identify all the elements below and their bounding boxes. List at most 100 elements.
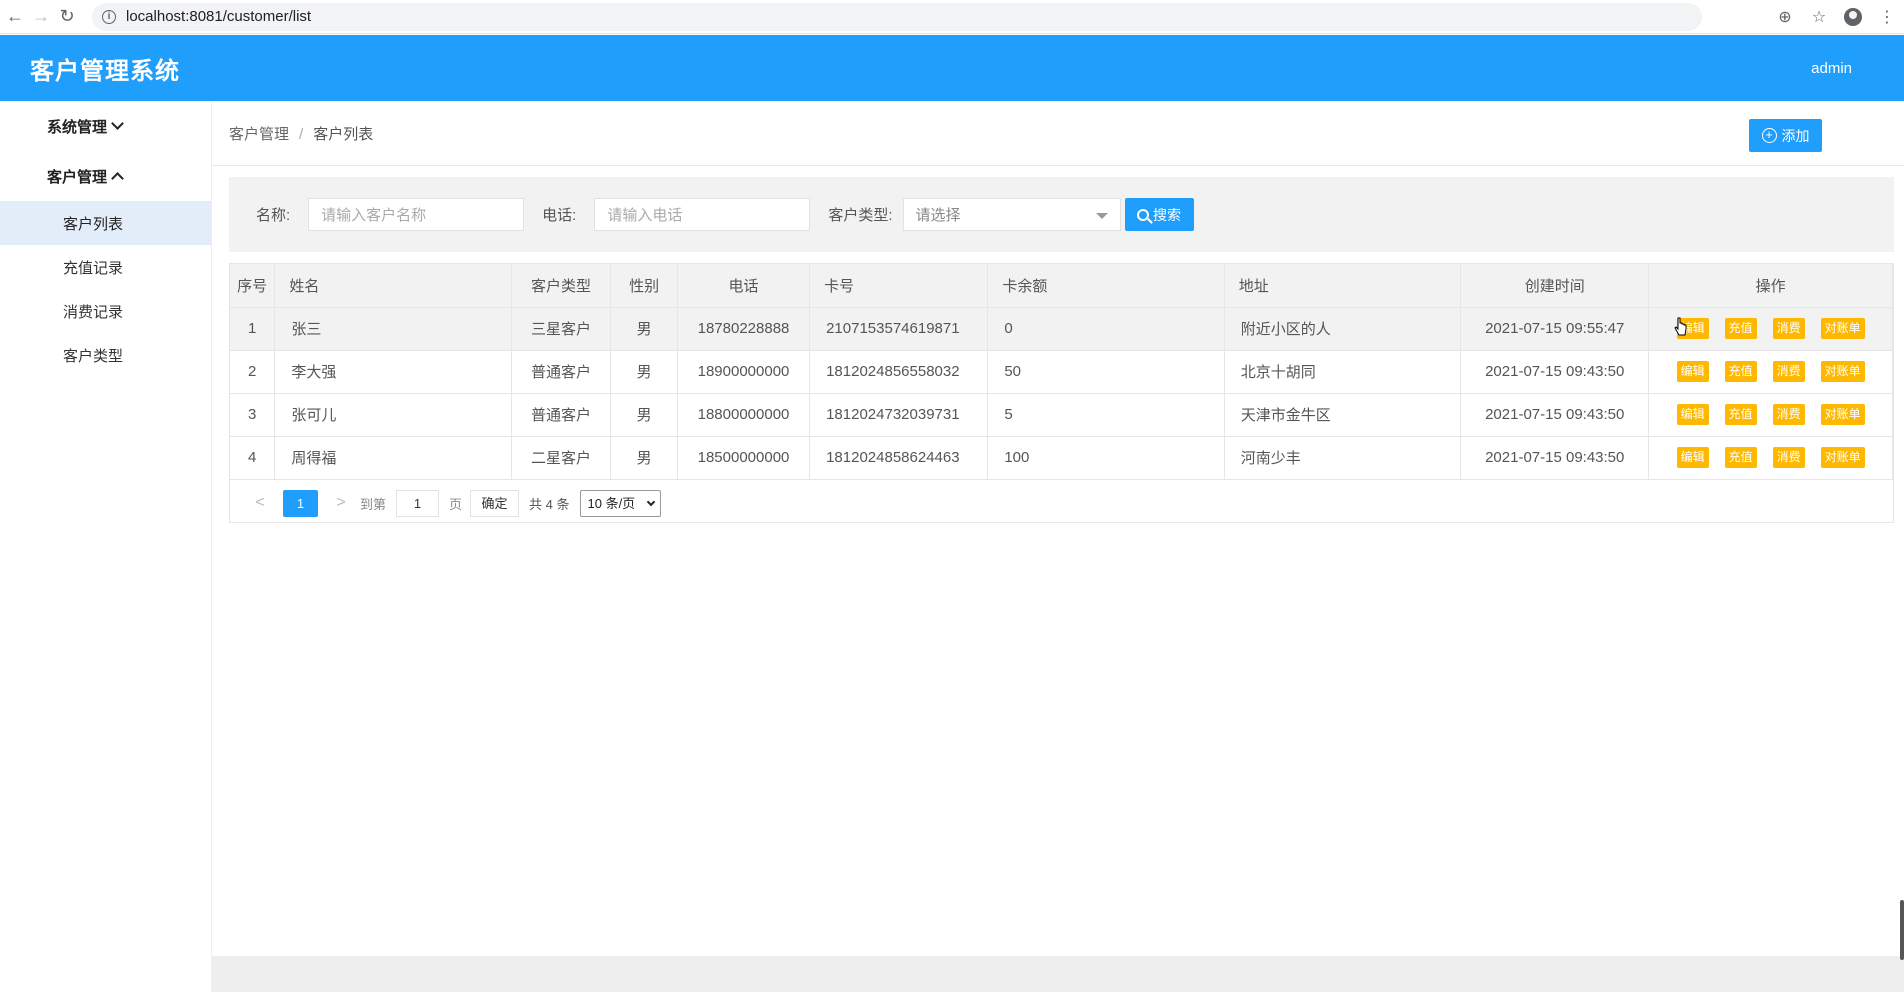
sidebar-item-label: 客户列表 bbox=[63, 215, 124, 233]
cell-address: 天津市金牛区 bbox=[1224, 393, 1462, 437]
statement-button[interactable]: 对账单 bbox=[1820, 447, 1865, 468]
breadcrumb-separator: / bbox=[299, 125, 304, 143]
cell-card: 1812024732039731 bbox=[809, 393, 989, 437]
cell-created: 2021-07-15 09:43:50 bbox=[1460, 393, 1650, 437]
cell-index: 3 bbox=[230, 393, 276, 437]
cell-actions: 编辑 充值 消费 对账单 bbox=[1648, 393, 1893, 437]
goto-page-input[interactable]: 1 bbox=[396, 489, 440, 517]
bookmark-star-icon[interactable]: ☆ bbox=[1802, 7, 1836, 27]
page-unit-label: 页 bbox=[449, 496, 463, 512]
consume-button[interactable]: 消费 bbox=[1772, 404, 1805, 425]
recharge-button[interactable]: 充值 bbox=[1724, 318, 1757, 339]
add-button-label: 添加 bbox=[1781, 127, 1810, 144]
column-header: 电话 bbox=[677, 264, 811, 308]
column-header: 姓名 bbox=[274, 264, 512, 308]
customer-table: 序号 姓名 客户类型 性别 电话 卡号 卡余额 地址 创建时间 操作 1 张三 … bbox=[229, 263, 1894, 523]
consume-button[interactable]: 消费 bbox=[1772, 361, 1805, 382]
cell-phone: 18500000000 bbox=[677, 436, 811, 480]
next-page-icon[interactable]: > bbox=[334, 494, 348, 512]
cell-gender: 男 bbox=[610, 307, 678, 351]
table-row: 3 张可儿 普通客户 男 18800000000 181202473203973… bbox=[230, 393, 1893, 437]
site-info-icon[interactable]: i bbox=[102, 9, 116, 24]
chevron-down-icon bbox=[111, 117, 124, 130]
forward-icon[interactable]: → bbox=[30, 6, 52, 28]
sidebar-item-customer-list[interactable]: 客户列表 bbox=[0, 201, 211, 245]
scrollbar-thumb[interactable] bbox=[1900, 900, 1904, 960]
customer-type-select[interactable]: 请选择 bbox=[902, 198, 1121, 231]
consume-button[interactable]: 消费 bbox=[1772, 318, 1805, 339]
breadcrumb-parent[interactable]: 客户管理 bbox=[229, 126, 289, 143]
cell-type: 二星客户 bbox=[511, 436, 612, 480]
sidebar-group-label: 系统管理 bbox=[47, 118, 108, 136]
cell-name: 张三 bbox=[274, 307, 512, 351]
sidebar: 系统管理 客户管理 客户列表 充值记录 消费记录 客户类型 bbox=[0, 101, 212, 992]
reload-icon[interactable]: ↻ bbox=[56, 6, 78, 28]
cell-index: 4 bbox=[230, 436, 276, 480]
cell-type: 普通客户 bbox=[511, 393, 612, 437]
cell-actions: 编辑 充值 消费 对账单 bbox=[1648, 436, 1893, 480]
cell-gender: 男 bbox=[610, 393, 678, 437]
cell-phone: 18780228888 bbox=[677, 307, 811, 351]
page-size-value: 10 条/页 bbox=[587, 495, 636, 511]
sidebar-group-system[interactable]: 系统管理 bbox=[0, 101, 211, 151]
chevron-down-icon bbox=[646, 497, 655, 506]
recharge-button[interactable]: 充值 bbox=[1724, 404, 1757, 425]
profile-icon[interactable] bbox=[1836, 8, 1870, 26]
consume-button[interactable]: 消费 bbox=[1772, 447, 1805, 468]
zoom-icon[interactable]: ⊕ bbox=[1768, 7, 1802, 27]
page-size-select[interactable]: 10 条/页 bbox=[579, 489, 661, 517]
edit-button[interactable]: 编辑 bbox=[1676, 447, 1709, 468]
customer-type-label: 客户类型: bbox=[828, 207, 893, 224]
cell-actions: 编辑 充值 消费 对账单 bbox=[1648, 350, 1893, 394]
cell-index: 2 bbox=[230, 350, 276, 394]
sidebar-item-label: 充值记录 bbox=[63, 259, 124, 277]
search-panel: 名称: 请输入客户名称 电话: 请输入电话 客户类型: 请选择 搜索 bbox=[229, 177, 1894, 252]
goto-label: 到第 bbox=[360, 496, 387, 512]
cell-gender: 男 bbox=[610, 350, 678, 394]
cell-index: 1 bbox=[230, 307, 276, 351]
sidebar-item-consume-records[interactable]: 消费记录 bbox=[0, 289, 211, 333]
add-customer-button[interactable]: + 添加 bbox=[1749, 119, 1822, 152]
cell-address: 北京十胡同 bbox=[1224, 350, 1462, 394]
column-header: 性别 bbox=[610, 264, 678, 308]
phone-search-input[interactable]: 请输入电话 bbox=[594, 198, 811, 231]
user-menu[interactable]: admin bbox=[1811, 60, 1852, 77]
browser-menu-icon[interactable]: ⋮ bbox=[1870, 7, 1904, 27]
name-search-input[interactable]: 请输入客户名称 bbox=[308, 198, 525, 231]
column-header: 客户类型 bbox=[511, 264, 612, 308]
sidebar-item-customer-types[interactable]: 客户类型 bbox=[0, 333, 211, 377]
table-row: 4 周得福 二星客户 男 18500000000 181202485862446… bbox=[230, 436, 1893, 480]
footer-bar bbox=[212, 956, 1904, 992]
edit-button[interactable]: 编辑 bbox=[1676, 404, 1709, 425]
cell-type: 普通客户 bbox=[511, 350, 612, 394]
caret-down-icon bbox=[1095, 213, 1108, 219]
statement-button[interactable]: 对账单 bbox=[1820, 404, 1865, 425]
main-content: 客户管理 / 客户列表 + 添加 名称: 请输入客户名称 电话: 请输入电话 客户类… bbox=[212, 101, 1904, 992]
column-header: 操作 bbox=[1648, 264, 1893, 308]
back-icon[interactable]: ← bbox=[4, 6, 26, 28]
goto-confirm-button[interactable]: 确定 bbox=[470, 489, 520, 517]
statement-button[interactable]: 对账单 bbox=[1820, 361, 1865, 382]
prev-page-icon[interactable]: < bbox=[253, 494, 267, 512]
sidebar-group-customer[interactable]: 客户管理 bbox=[0, 151, 211, 201]
column-header: 创建时间 bbox=[1460, 264, 1650, 308]
plus-circle-icon: + bbox=[1761, 128, 1777, 143]
app-title: 客户管理系统 bbox=[30, 57, 180, 85]
table-row: 1 张三 三星客户 男 18780228888 2107153574619871… bbox=[230, 307, 1893, 351]
edit-button[interactable]: 编辑 bbox=[1676, 361, 1709, 382]
avatar bbox=[1844, 8, 1862, 26]
recharge-button[interactable]: 充值 bbox=[1724, 361, 1757, 382]
breadcrumb: 客户管理 / 客户列表 bbox=[229, 123, 373, 144]
statement-button[interactable]: 对账单 bbox=[1820, 318, 1865, 339]
address-bar[interactable]: i localhost:8081/customer/list bbox=[92, 2, 1702, 31]
search-button[interactable]: 搜索 bbox=[1124, 198, 1194, 231]
cell-created: 2021-07-15 09:43:50 bbox=[1460, 436, 1650, 480]
table-header-row: 序号 姓名 客户类型 性别 电话 卡号 卡余额 地址 创建时间 操作 bbox=[230, 264, 1893, 308]
breadcrumb-current: 客户列表 bbox=[313, 125, 374, 143]
recharge-button[interactable]: 充值 bbox=[1724, 447, 1757, 468]
url-text: localhost:8081/customer/list bbox=[126, 8, 312, 25]
sidebar-item-recharge-records[interactable]: 充值记录 bbox=[0, 245, 211, 289]
cell-phone: 18800000000 bbox=[677, 393, 811, 437]
page-button-current[interactable]: 1 bbox=[283, 489, 318, 517]
cell-type: 三星客户 bbox=[511, 307, 612, 351]
